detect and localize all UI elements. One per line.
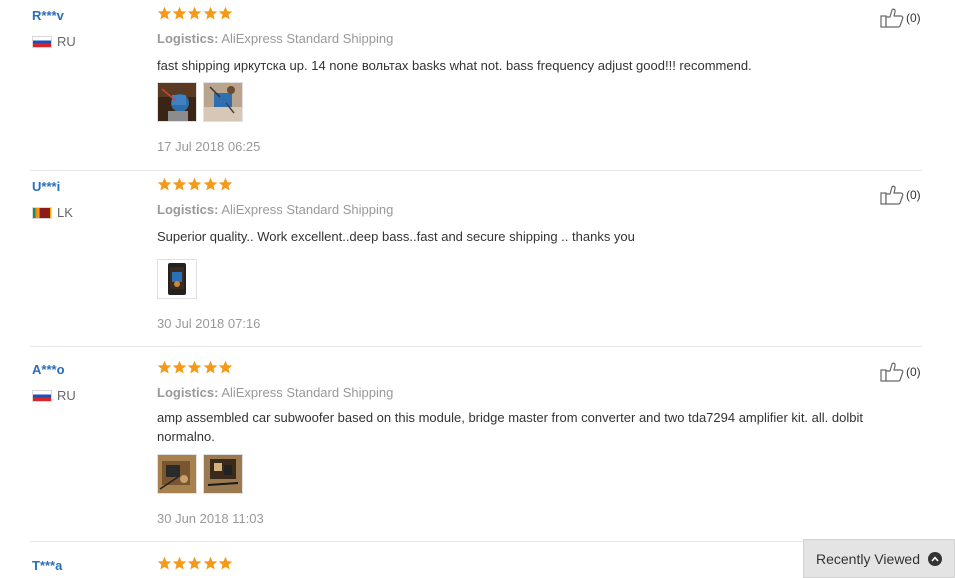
star-icon [188, 177, 202, 191]
thumbs-up-icon [880, 8, 904, 28]
useful-button[interactable]: (0) [880, 185, 921, 205]
russia-flag-icon [32, 389, 52, 402]
review-date: 30 Jun 2018 11:03 [157, 511, 264, 526]
logistics-label: Logistics: [157, 385, 219, 400]
star-icon [172, 177, 187, 191]
star-icon [203, 556, 217, 570]
feedback-list: R***v RU Logistics: AliExpress Standard … [0, 0, 955, 578]
useful-button[interactable]: (0) [880, 362, 921, 382]
review-photo[interactable] [157, 259, 197, 299]
review-item: A***o RU Logistics: AliExpress Standard … [0, 347, 955, 542]
logistics-label: Logistics: [157, 202, 219, 217]
star-icon [172, 6, 187, 20]
review-photo[interactable] [203, 454, 243, 494]
review-photos [157, 82, 249, 122]
review-date: 30 Jul 2018 07:16 [157, 316, 261, 331]
star-icon [203, 360, 217, 374]
star-icon [157, 360, 172, 374]
star-icon [218, 6, 232, 20]
recently-viewed-label: Recently Viewed [815, 550, 921, 567]
useful-button[interactable]: (0) [880, 8, 921, 28]
star-icon [172, 360, 187, 374]
reviewer-name[interactable]: A***o [32, 362, 65, 377]
logistics-label: Logistics: [157, 31, 219, 46]
reviewer-name[interactable]: R***v [32, 8, 64, 23]
thumbs-up-icon [880, 362, 904, 382]
country-code: LK [57, 205, 73, 220]
star-icon [157, 6, 172, 20]
recently-viewed-button[interactable]: Recently Viewed [803, 539, 955, 578]
review-item: U***i LK Logistics: AliExpress Standard … [0, 171, 955, 347]
review-photos [157, 259, 203, 299]
star-icon [203, 6, 217, 20]
logistics-info: Logistics: AliExpress Standard Shipping [157, 385, 393, 400]
useful-count: (0) [906, 11, 921, 25]
star-icon [218, 556, 232, 570]
logistics-info: Logistics: AliExpress Standard Shipping [157, 31, 393, 46]
logistics-value: AliExpress Standard Shipping [221, 202, 394, 217]
logistics-value: AliExpress Standard Shipping [221, 385, 394, 400]
star-icon [172, 556, 187, 570]
star-icon [218, 360, 232, 374]
star-icon [203, 177, 217, 191]
country-code: RU [57, 388, 76, 403]
star-icon [188, 556, 202, 570]
star-icon [218, 177, 232, 191]
review-date: 17 Jul 2018 06:25 [157, 139, 261, 154]
review-photo[interactable] [203, 82, 243, 122]
star-rating [157, 177, 233, 195]
review-photo[interactable] [157, 454, 197, 494]
star-icon [188, 6, 202, 20]
reviewer-country: RU [32, 388, 76, 403]
logistics-info: Logistics: AliExpress Standard Shipping [157, 202, 393, 217]
country-code: RU [57, 34, 76, 49]
star-rating [157, 6, 233, 24]
thumbs-up-icon [880, 185, 904, 205]
reviewer-country: LK [32, 205, 73, 220]
russia-flag-icon [32, 35, 52, 48]
reviewer-name[interactable]: T***a [32, 558, 62, 573]
reviewer-country: RU [32, 34, 76, 49]
logistics-value: AliExpress Standard Shipping [221, 31, 394, 46]
star-icon [157, 177, 172, 191]
review-photo[interactable] [157, 82, 197, 122]
chevron-up-icon [928, 551, 943, 566]
sri-lanka-flag-icon [32, 206, 52, 219]
star-icon [188, 360, 202, 374]
reviewer-name[interactable]: U***i [32, 179, 60, 194]
review-item: R***v RU Logistics: AliExpress Standard … [0, 0, 955, 171]
review-comment: fast shipping иркутска up. 14 none вольт… [157, 58, 752, 73]
star-icon [157, 556, 172, 570]
review-comment: Superior quality.. Work excellent..deep … [157, 229, 635, 244]
useful-count: (0) [906, 365, 921, 379]
star-rating [157, 360, 233, 378]
useful-count: (0) [906, 188, 921, 202]
review-photos [157, 454, 249, 494]
review-comment: amp assembled car subwoofer based on thi… [157, 410, 863, 444]
star-rating [157, 556, 233, 574]
